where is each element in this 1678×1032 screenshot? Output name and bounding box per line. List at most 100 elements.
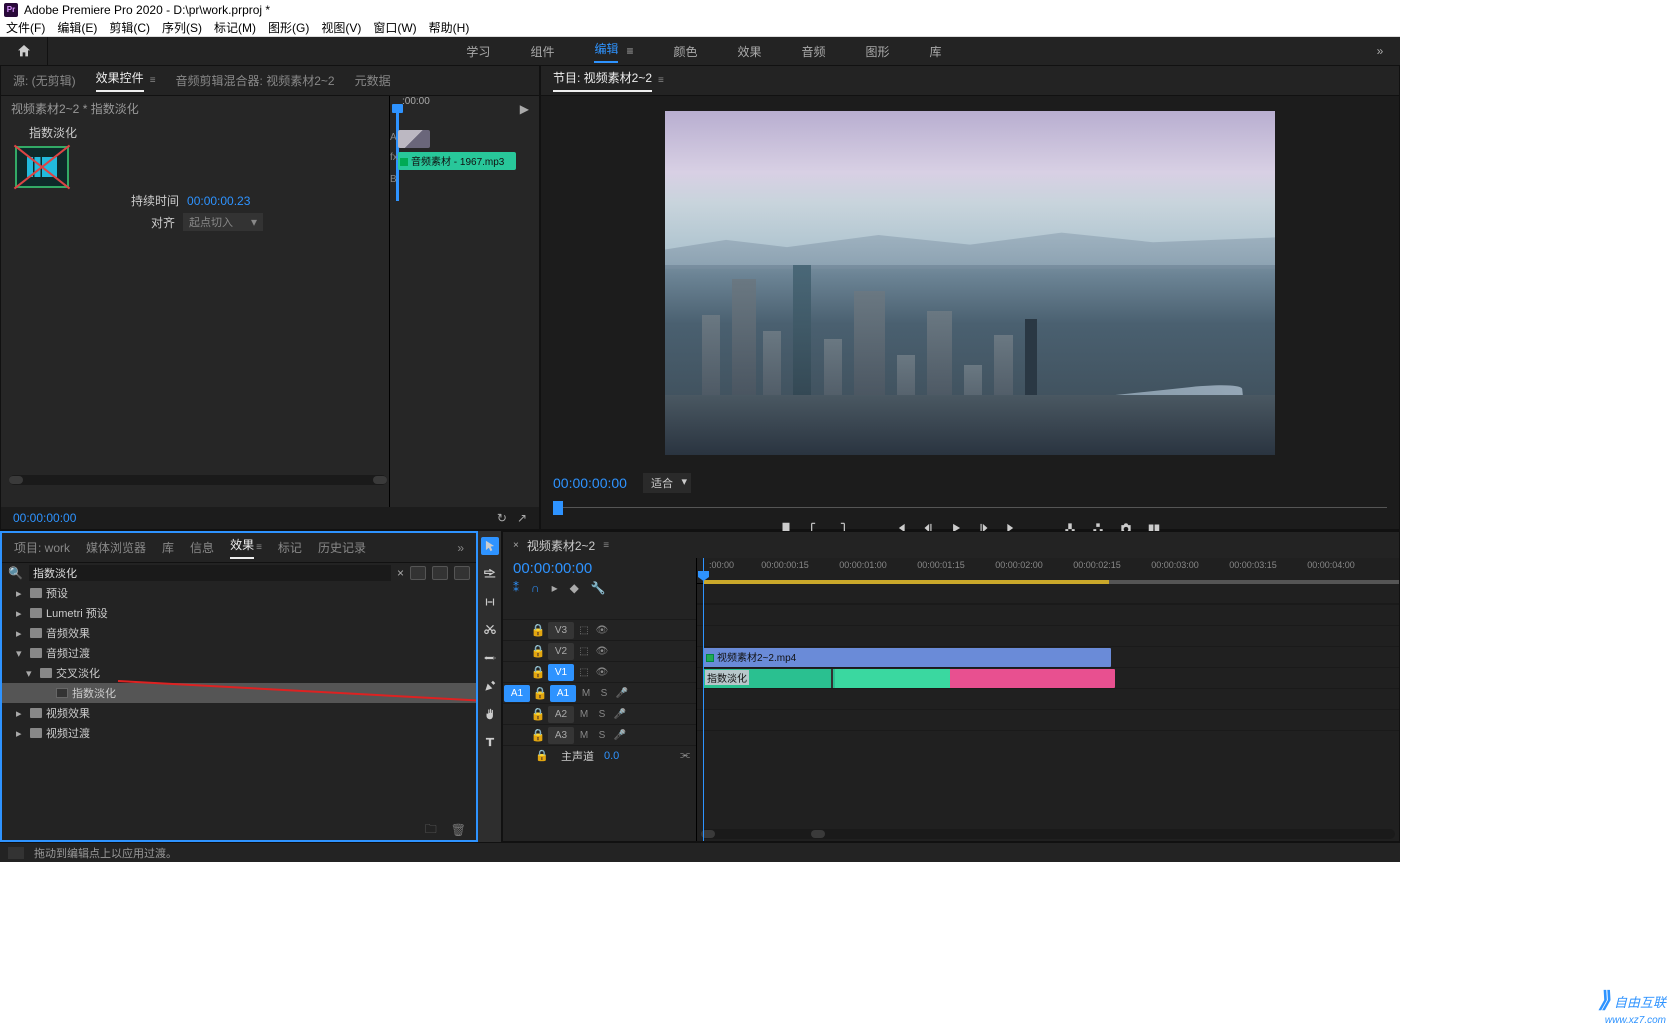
tree-audio-trans[interactable]: ▾音频过渡 <box>2 643 476 663</box>
timeline-menu-icon[interactable]: ≡ <box>603 540 609 551</box>
voice-a1[interactable]: 🎤 <box>613 688 631 699</box>
loop-icon[interactable]: ↻ <box>497 511 507 525</box>
menu-window[interactable]: 窗口(W) <box>373 19 416 36</box>
ws-color[interactable]: 颜色 <box>673 43 697 60</box>
menu-view[interactable]: 视图(V) <box>321 19 361 36</box>
export-icon[interactable]: ↗ <box>517 511 527 525</box>
menu-edit[interactable]: 编辑(E) <box>57 19 97 36</box>
new-bin-icon[interactable]: 🗀 <box>425 820 437 841</box>
tree-exponential-fade[interactable]: 指数淡化 <box>2 683 476 703</box>
track-eye-v1[interactable]: 👁 <box>593 667 611 678</box>
clip-video[interactable]: 视频素材2~2.mp4 <box>703 648 1111 667</box>
ws-overflow[interactable]: » <box>1360 44 1400 58</box>
tool-track-select[interactable] <box>481 565 499 583</box>
preset-filter-3[interactable] <box>454 566 470 580</box>
ec-hscroll[interactable] <box>9 475 387 485</box>
lock-icon[interactable]: 🔒 <box>529 644 547 658</box>
tab-info[interactable]: 信息 <box>190 539 214 556</box>
menu-graphics[interactable]: 图形(G) <box>268 19 309 36</box>
ws-graphics[interactable]: 图形 <box>866 43 890 60</box>
voice-a2[interactable]: 🎤 <box>611 709 629 720</box>
program-fit-select[interactable]: 适合 <box>643 473 691 493</box>
tab-effect-controls[interactable]: 效果控件 <box>96 69 144 92</box>
menu-file[interactable]: 文件(F) <box>6 19 45 36</box>
ws-assembly[interactable]: 组件 <box>530 43 554 60</box>
track-target-a2[interactable]: A2 <box>548 706 574 723</box>
ws-menu-icon[interactable]: ≡ <box>626 44 633 58</box>
menu-clip[interactable]: 剪辑(C) <box>109 19 150 36</box>
effects-search-input[interactable] <box>29 565 391 581</box>
tab-audio-mixer[interactable]: 音频剪辑混合器: 视频素材2~2 <box>176 72 335 89</box>
tree-presets[interactable]: ▸预设 <box>2 583 476 603</box>
track-output-v2[interactable]: ⬚ <box>575 646 593 657</box>
timeline-playhead[interactable] <box>703 558 704 841</box>
solo-a1[interactable]: S <box>595 688 613 699</box>
tree-video-trans[interactable]: ▸视频过渡 <box>2 723 476 743</box>
ec-mini-timeline[interactable]: :00:00 A fx 音频素材 - 1967.mp3 B <box>389 96 539 507</box>
mute-a1[interactable]: M <box>577 688 595 699</box>
track-target-v1[interactable]: V1 <box>548 664 574 681</box>
menu-sequence[interactable]: 序列(S) <box>162 19 202 36</box>
tool-pen[interactable] <box>481 677 499 695</box>
tab-effects[interactable]: 效果 <box>230 536 254 559</box>
tool-type[interactable] <box>481 733 499 751</box>
track-eye-v2[interactable]: 👁 <box>593 646 611 657</box>
settings-icon[interactable]: ◆ <box>570 581 579 595</box>
ws-learn[interactable]: 学习 <box>466 43 490 60</box>
lane-a3[interactable] <box>697 709 1399 730</box>
menu-marker[interactable]: 标记(M) <box>214 19 256 36</box>
ec-duration-value[interactable]: 00:00:00.23 <box>187 194 250 208</box>
track-target-v3[interactable]: V3 <box>548 622 574 639</box>
tool-razor[interactable] <box>481 621 499 639</box>
lane-v3[interactable] <box>697 604 1399 625</box>
lane-v2[interactable] <box>697 625 1399 646</box>
tab-media-browser[interactable]: 媒体浏览器 <box>86 539 146 556</box>
program-timecode[interactable]: 00:00:00:00 <box>553 475 627 491</box>
timeline-close-icon[interactable]: × <box>513 540 519 551</box>
timeline-hscroll[interactable] <box>701 829 1395 839</box>
lock-icon[interactable]: 🔒 <box>529 623 547 637</box>
tab-libraries[interactable]: 库 <box>162 539 174 556</box>
tab-program[interactable]: 节目: 视频素材2~2 <box>553 69 652 92</box>
track-eye-v3[interactable]: 👁 <box>593 625 611 636</box>
menu-help[interactable]: 帮助(H) <box>429 19 470 36</box>
lock-icon[interactable]: 🔒 <box>529 707 547 721</box>
lock-icon[interactable]: 🔒 <box>533 749 551 762</box>
timeline-tracks-area[interactable]: :00:00 00:00:00:15 00:00:01:00 00:00:01:… <box>697 558 1399 841</box>
sync-lock-icon[interactable]: ⫘ <box>680 749 690 762</box>
lock-icon[interactable]: 🔒 <box>529 665 547 679</box>
track-output-v1[interactable]: ⬚ <box>575 667 593 678</box>
timeline-sequence-name[interactable]: 视频素材2~2 <box>527 537 595 554</box>
timeline-timecode[interactable]: 00:00:00:00 <box>513 560 686 577</box>
mute-a3[interactable]: M <box>575 730 593 741</box>
trash-icon[interactable]: 🗑 <box>451 823 466 837</box>
ws-audio[interactable]: 音频 <box>802 43 826 60</box>
lane-a1[interactable]: 指数淡化 ⎘ <box>697 667 1399 688</box>
ec-footer-tc[interactable]: 00:00:00:00 <box>13 511 76 525</box>
tree-crossfade[interactable]: ▾交叉淡化 <box>2 663 476 683</box>
lock-icon[interactable]: 🔒 <box>531 686 549 700</box>
lane-a2[interactable] <box>697 688 1399 709</box>
tab-markers[interactable]: 标记 <box>278 539 302 556</box>
track-target-v2[interactable]: V2 <box>548 643 574 660</box>
tab-prog-menu-icon[interactable]: ≡ <box>658 75 664 86</box>
tool-ripple[interactable] <box>481 593 499 611</box>
track-output-v3[interactable]: ⬚ <box>575 625 593 636</box>
tab-history[interactable]: 历史记录 <box>318 539 366 556</box>
preset-filter-2[interactable] <box>432 566 448 580</box>
master-value[interactable]: 0.0 <box>604 750 619 762</box>
tab-metadata[interactable]: 元数据 <box>355 72 391 89</box>
track-target-a3[interactable]: A3 <box>548 727 574 744</box>
ws-editing[interactable]: 编辑 <box>594 40 618 63</box>
voice-a3[interactable]: 🎤 <box>611 730 629 741</box>
preset-filter-1[interactable] <box>410 566 426 580</box>
tab-source[interactable]: 源: (无剪辑) <box>13 72 76 89</box>
tree-audio-fx[interactable]: ▸音频效果 <box>2 623 476 643</box>
tab-ec-menu-icon[interactable]: ≡ <box>150 75 156 86</box>
track-target-a1[interactable]: A1 <box>550 685 576 702</box>
search-clear-icon[interactable]: × <box>397 566 404 580</box>
timeline-ruler[interactable]: :00:00 00:00:00:15 00:00:01:00 00:00:01:… <box>697 558 1399 584</box>
lock-icon[interactable]: 🔒 <box>529 728 547 742</box>
clip-audio[interactable]: 指数淡化 ⎘ <box>703 669 1115 688</box>
ec-mini-audio-clip[interactable]: 音频素材 - 1967.mp3 <box>398 152 516 170</box>
